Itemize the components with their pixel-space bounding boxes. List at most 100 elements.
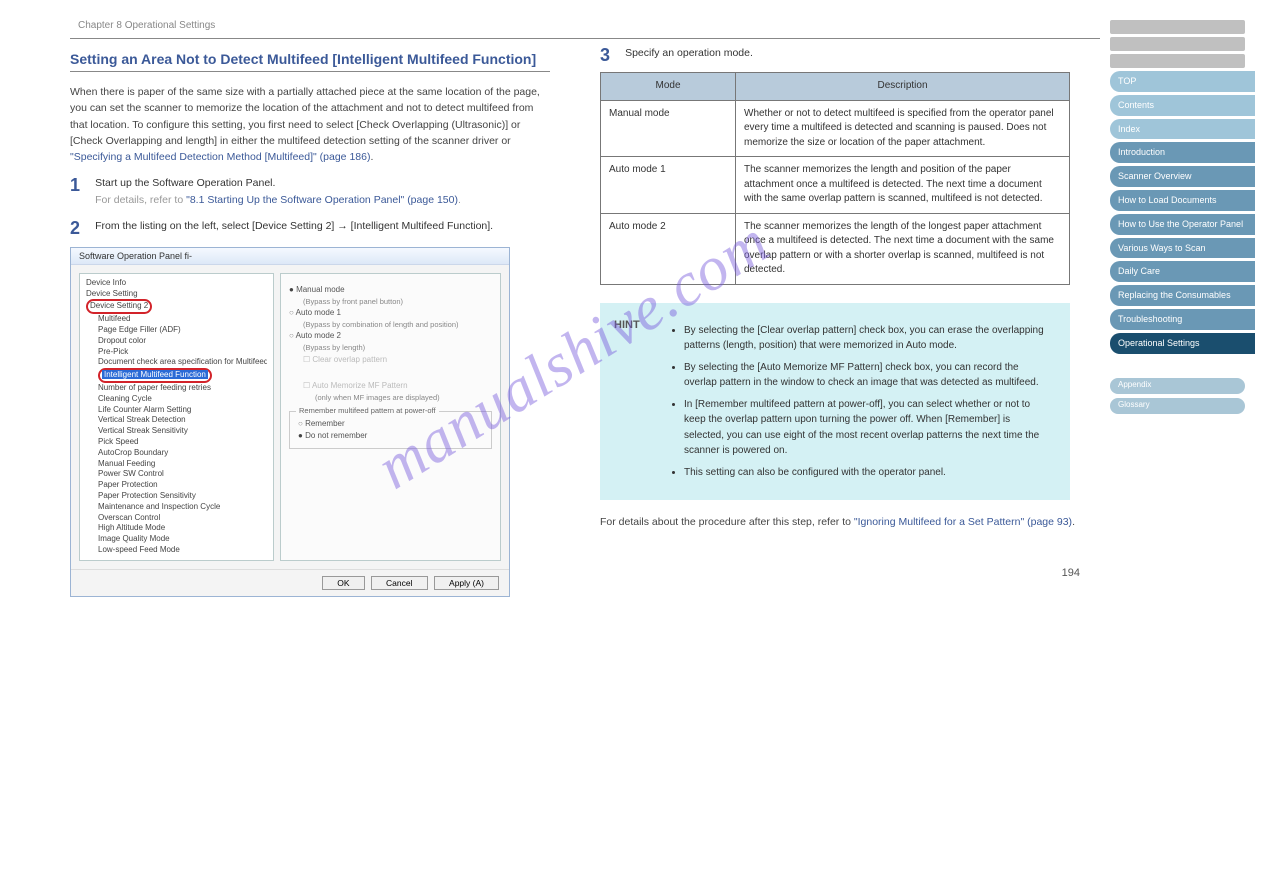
nav-troubleshooting[interactable]: Troubleshooting xyxy=(1110,309,1255,330)
nav-gray-bar xyxy=(1110,20,1245,34)
table-header-mode: Mode xyxy=(601,73,736,101)
nav-glossary[interactable]: Glossary xyxy=(1110,398,1245,414)
step1-sub: For details, refer to "8.1 Starting Up t… xyxy=(95,194,461,206)
tree-item[interactable]: Maintenance and Inspection Cycle xyxy=(98,502,267,513)
checkbox-sub: (only when MF images are displayed) xyxy=(289,392,492,403)
remember-group: Remember multifeed pattern at power-off … xyxy=(289,411,492,449)
table-header-desc: Description xyxy=(736,73,1070,101)
nav-ways-to-scan[interactable]: Various Ways to Scan xyxy=(1110,238,1255,259)
nav-introduction[interactable]: Introduction xyxy=(1110,142,1255,163)
nav-gray-bar xyxy=(1110,54,1245,68)
hint-bullet: This setting can also be configured with… xyxy=(684,465,1052,481)
tree-item[interactable]: Page Edge Filler (ADF) xyxy=(98,325,267,336)
nav-daily-care[interactable]: Daily Care xyxy=(1110,261,1255,282)
tree-item[interactable]: Number of paper feeding retries xyxy=(98,383,267,394)
checkbox-auto-memorize[interactable]: ☐ Auto Memorize MF Pattern xyxy=(289,380,492,392)
nav-gray-bar xyxy=(1110,37,1245,51)
intro-paragraph: When there is paper of the same size wit… xyxy=(70,84,550,165)
ok-button[interactable]: OK xyxy=(322,576,364,590)
step1-link[interactable]: "8.1 Starting Up the Software Operation … xyxy=(186,194,458,206)
tree-item[interactable]: High Altitude Mode xyxy=(98,523,267,534)
step1-text: Start up the Software Operation Panel. xyxy=(95,177,275,189)
tree-item[interactable]: Pick Speed xyxy=(98,437,267,448)
tree-item[interactable]: Power SW Control xyxy=(98,469,267,480)
settings-tree[interactable]: Device Info Device Setting Device Settin… xyxy=(79,273,274,561)
tree-item[interactable]: Overscan Control xyxy=(98,513,267,524)
radio-sub: (Bypass by combination of length and pos… xyxy=(289,319,492,330)
nav-contents[interactable]: Contents xyxy=(1110,95,1255,116)
tree-item[interactable]: Low-speed Feed Mode xyxy=(98,545,267,556)
tree-item-device-setting-2[interactable]: Device Setting 2 xyxy=(86,299,267,314)
intro-link[interactable]: "Specifying a Multifeed Detection Method… xyxy=(70,151,370,163)
software-operation-panel-dialog: Software Operation Panel fi- Device Info… xyxy=(70,247,510,597)
tree-item[interactable]: Device Setting xyxy=(86,289,267,300)
hint-box: HINT By selecting the [Clear overlap pat… xyxy=(600,303,1070,501)
tree-item[interactable]: Cleaning Cycle xyxy=(98,394,267,405)
desc-cell: The scanner memorizes the length and pos… xyxy=(736,157,1070,214)
mode-cell: Auto mode 1 xyxy=(601,157,736,214)
radio-manual-mode[interactable]: Manual mode xyxy=(289,284,492,296)
nav-top[interactable]: TOP xyxy=(1110,71,1255,92)
table-row: Auto mode 1 The scanner memorizes the le… xyxy=(601,157,1070,214)
nav-operator-panel[interactable]: How to Use the Operator Panel xyxy=(1110,214,1255,235)
tree-item[interactable]: Vertical Streak Detection xyxy=(98,415,267,426)
radio-auto-mode-1[interactable]: Auto mode 1 xyxy=(289,307,492,319)
section-title: Setting an Area Not to Detect Multifeed … xyxy=(70,51,550,72)
dialog-buttons: OK Cancel Apply (A) xyxy=(71,569,509,596)
tree-item[interactable]: Multifeed xyxy=(98,314,267,325)
page-number: 194 xyxy=(1062,567,1080,579)
header-rule xyxy=(70,38,1100,39)
hint-label: HINT xyxy=(614,317,640,334)
nav-scanner-overview[interactable]: Scanner Overview xyxy=(1110,166,1255,187)
tree-item[interactable]: Device Info xyxy=(86,278,267,289)
nav-consumables[interactable]: Replacing the Consumables xyxy=(1110,285,1255,306)
tree-item[interactable]: Image Quality Mode xyxy=(98,534,267,545)
tree-item[interactable]: Manual Feeding xyxy=(98,459,267,470)
step-number: 2 xyxy=(70,218,92,239)
checkbox-clear-overlap[interactable]: ☐ Clear overlap pattern xyxy=(289,354,492,366)
table-row: Auto mode 2 The scanner memorizes the le… xyxy=(601,213,1070,284)
mode-cell: Manual mode xyxy=(601,100,736,157)
radio-remember[interactable]: Remember xyxy=(298,418,483,430)
hint-bullet: By selecting the [Clear overlap pattern]… xyxy=(684,323,1052,354)
tree-item[interactable]: Dropout color xyxy=(98,336,267,347)
tree-item[interactable]: AutoCrop Boundary xyxy=(98,448,267,459)
nav-appendix[interactable]: Appendix xyxy=(1110,378,1245,394)
step-2: 2 From the listing on the left, select [… xyxy=(70,218,550,239)
tree-item-intelligent-multifeed[interactable]: Intelligent Multifeed Function xyxy=(98,368,267,383)
settings-pane: Manual mode (Bypass by front panel butto… xyxy=(280,273,501,561)
step-1: 1 Start up the Software Operation Panel.… xyxy=(70,175,550,208)
tree-item[interactable]: Paper Protection xyxy=(98,480,267,491)
left-column: Setting an Area Not to Detect Multifeed … xyxy=(70,51,550,597)
radio-do-not-remember[interactable]: Do not remember xyxy=(298,430,483,442)
step2-text: From the listing on the left, select [De… xyxy=(95,218,545,234)
footer-link[interactable]: "Ignoring Multifeed for a Set Pattern" (… xyxy=(854,516,1072,528)
nav-load-documents[interactable]: How to Load Documents xyxy=(1110,190,1255,211)
table-row: Manual mode Whether or not to detect mul… xyxy=(601,100,1070,157)
hint-bullet: In [Remember multifeed pattern at power-… xyxy=(684,397,1052,459)
step-number: 3 xyxy=(600,45,622,66)
desc-cell: Whether or not to detect multifeed is sp… xyxy=(736,100,1070,157)
group-label: Remember multifeed pattern at power-off xyxy=(296,405,439,416)
tree-item[interactable]: Vertical Streak Sensitivity xyxy=(98,426,267,437)
nav-sidebar: TOP Contents Index Introduction Scanner … xyxy=(1110,0,1255,597)
desc-cell: The scanner memorizes the length of the … xyxy=(736,213,1070,284)
tree-item[interactable]: Pre-Pick xyxy=(98,347,267,358)
hint-bullet: By selecting the [Auto Memorize MF Patte… xyxy=(684,360,1052,391)
dialog-title: Software Operation Panel fi- xyxy=(71,248,509,265)
footer-para: For details about the procedure after th… xyxy=(600,514,1080,530)
mode-cell: Auto mode 2 xyxy=(601,213,736,284)
tree-item[interactable]: Paper Protection Sensitivity xyxy=(98,491,267,502)
right-column: 3 Specify an operation mode. Mode Descri… xyxy=(600,51,1080,597)
radio-auto-mode-2[interactable]: Auto mode 2 xyxy=(289,330,492,342)
radio-sub: (Bypass by front panel button) xyxy=(289,296,492,307)
tree-item[interactable]: Document check area specification for Mu… xyxy=(98,357,267,368)
cancel-button[interactable]: Cancel xyxy=(371,576,427,590)
intro-text: When there is paper of the same size wit… xyxy=(70,86,540,147)
chapter-header: Chapter 8 Operational Settings xyxy=(70,20,1110,38)
tree-item[interactable]: Life Counter Alarm Setting xyxy=(98,405,267,416)
nav-index[interactable]: Index xyxy=(1110,119,1255,140)
nav-operational-settings[interactable]: Operational Settings xyxy=(1110,333,1255,354)
apply-button[interactable]: Apply (A) xyxy=(434,576,499,590)
radio-sub: (Bypass by length) xyxy=(289,342,492,353)
